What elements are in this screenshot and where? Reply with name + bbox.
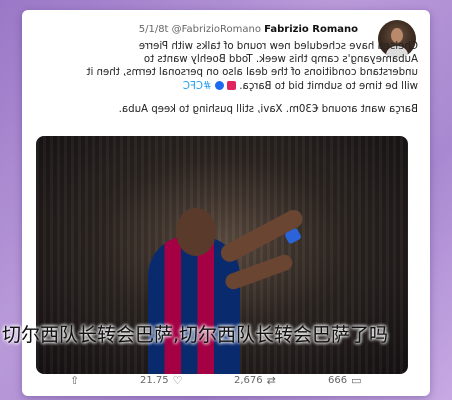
- tweet-line: Aubameyang's camp this week. Todd Boehly…: [143, 54, 418, 66]
- blue-circle-emoji-icon: [214, 80, 224, 90]
- share-icon: ⇧: [70, 374, 80, 387]
- reply-count: 666: [328, 375, 348, 386]
- like-button[interactable]: 21.75 ♡: [140, 374, 183, 387]
- tweet-author-line: Fabrizio Romano @FabrizioRomano 5/1/8t: [139, 24, 358, 35]
- author-name[interactable]: Fabrizio Romano: [264, 24, 358, 35]
- retweet-button[interactable]: 2,676 ⇄: [234, 374, 276, 387]
- like-count: 21.75: [140, 375, 169, 386]
- tweet-actions: ⇧ 21.75 ♡ 2,676 ⇄ 666 ▭: [22, 374, 430, 390]
- reply-button[interactable]: 666 ▭: [328, 374, 362, 387]
- author-handle[interactable]: @FabrizioRomano: [172, 24, 261, 35]
- tweet-line: Chelsea have scheduled new round of talk…: [138, 41, 418, 52]
- hashtag-link[interactable]: #CFC: [183, 81, 212, 92]
- page-title: 切尔西队长转会巴萨,切尔西队长转会巴萨了吗: [2, 324, 389, 346]
- tweet-date: 5/1/8t: [138, 24, 169, 35]
- retweet-count: 2,676: [234, 375, 263, 386]
- tweet-paragraph-1: Chelsea have scheduled new round of talk…: [34, 40, 418, 93]
- tweet-body: Chelsea have scheduled new round of talk…: [34, 40, 418, 126]
- reply-icon: ▭: [351, 374, 362, 387]
- share-button[interactable]: ⇧: [70, 374, 79, 387]
- heart-icon: ♡: [172, 374, 183, 387]
- tweet-paragraph-2: Barça want around €30m. Xavi, still push…: [118, 103, 418, 115]
- tweet-line: understand conditions of the deal also o…: [86, 67, 418, 79]
- retweet-icon: ⇄: [266, 374, 276, 387]
- flag-emoji-icon: [227, 80, 237, 90]
- tweet-line: will be time to submit bid to Barça.: [239, 80, 418, 92]
- player-head: [176, 208, 216, 256]
